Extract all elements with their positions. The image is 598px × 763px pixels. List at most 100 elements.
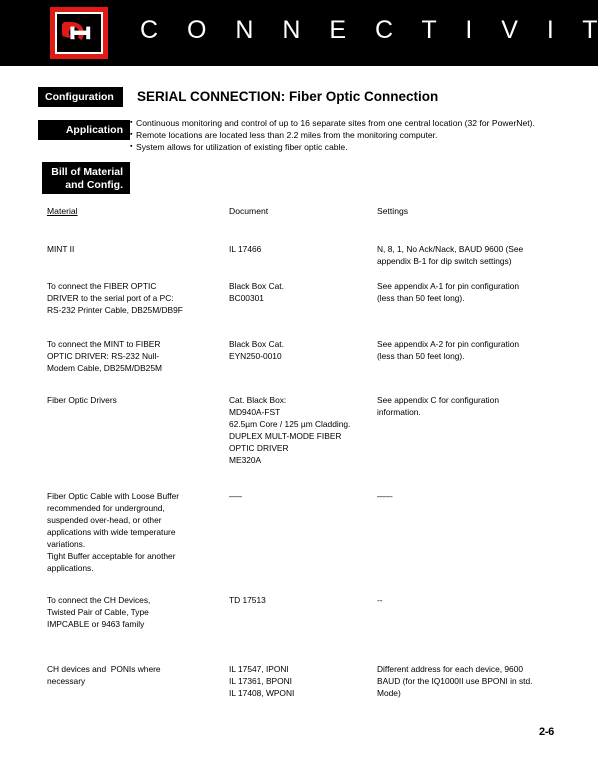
- cell-line: BC00301: [229, 293, 264, 303]
- cell-line: MD940A-FST: [229, 407, 281, 417]
- materials-table: Material Document Settings MINT II IL 17…: [47, 205, 577, 699]
- table-row: To connect the CH Devices, Twisted Pair o…: [47, 594, 577, 630]
- cell-settings: --: [377, 594, 577, 630]
- page-title: SERIAL CONNECTION: Fiber Optic Connectio…: [137, 89, 439, 104]
- tab-application[interactable]: Application: [38, 120, 130, 140]
- cell-material: To connect the MINT to FIBER OPTIC DRIVER…: [47, 338, 229, 374]
- cell-line: IL 17361, BPONI: [229, 676, 293, 686]
- cell-line: necessary: [47, 676, 86, 686]
- cell-line: —–-: [377, 491, 393, 501]
- cell-material: To connect the CH Devices, Twisted Pair o…: [47, 594, 229, 630]
- cell-settings: Different address for each device, 9600 B…: [377, 663, 577, 699]
- cell-line: DUPLEX MULT-MODE FIBER: [229, 431, 342, 441]
- company-logo: [50, 7, 108, 59]
- cell-line: Cat. Black Box:: [229, 395, 287, 405]
- cell-line: See appendix A-2 for pin configuration: [377, 339, 520, 349]
- header-title: C O N N E C T I V I T Y: [140, 16, 598, 44]
- cell-line: Tight Buffer acceptable for another: [47, 551, 176, 561]
- cell-line: CH devices and PONIs where: [47, 664, 161, 674]
- cell-line: variations.: [47, 539, 86, 549]
- cell-line: recommended for underground,: [47, 503, 165, 513]
- cell-material: MINT II: [47, 243, 229, 267]
- cell-line: TD 17513: [229, 595, 266, 605]
- cell-line: DRIVER to the serial port of a PC:: [47, 293, 174, 303]
- table-header-row: Material Document Settings: [47, 205, 577, 217]
- cell-line: 62.5µm Core / 125 µm Cladding.: [229, 419, 351, 429]
- cell-line: To connect the CH Devices,: [47, 595, 151, 605]
- column-header-settings: Settings: [377, 206, 409, 216]
- cell-document: TD 17513: [229, 594, 377, 630]
- tab-bill-of-material-label-line1: Bill of Material: [51, 166, 123, 178]
- cell-material: To connect the FIBER OPTIC DRIVER to the …: [47, 280, 229, 316]
- column-header-material: Material: [47, 206, 78, 216]
- tab-configuration-label: Configuration: [45, 91, 114, 103]
- bullet-item: Continuous monitoring and control of up …: [130, 117, 575, 129]
- cell-document: IL 17466: [229, 243, 377, 267]
- document-page: C O N N E C T I V I T Y Configuration Ap…: [0, 0, 598, 763]
- cell-settings: See appendix A-1 for pin configuration (l…: [377, 280, 577, 316]
- table-row: CH devices and PONIs where necessary IL 1…: [47, 663, 577, 699]
- cell-line: applications with wide temperature: [47, 527, 176, 537]
- cell-line: Twisted Pair of Cable, Type: [47, 607, 149, 617]
- cell-line: RS-232 Printer Cable, DB25M/DB9F: [47, 305, 183, 315]
- cell-line: IL 17547, IPONI: [229, 664, 289, 674]
- cell-settings: —–-: [377, 490, 577, 574]
- cell-settings: See appendix C for configuration informat…: [377, 394, 577, 466]
- cell-document: IL 17547, IPONI IL 17361, BPONI IL 17408, …: [229, 663, 377, 699]
- cell-material: CH devices and PONIs where necessary: [47, 663, 229, 699]
- logo-ch-mark: [62, 22, 91, 44]
- table-row: Fiber Optic Cable with Loose Buffer recom…: [47, 490, 577, 574]
- bullet-item: Remote locations are located less than 2…: [130, 129, 575, 141]
- cell-line: ME320A: [229, 455, 262, 465]
- cell-line: IL 17466: [229, 244, 262, 254]
- bullet-item: System allows for utilization of existin…: [130, 141, 575, 153]
- cell-line: (less than 50 feet long).: [377, 351, 465, 361]
- cell-document: —–: [229, 490, 377, 574]
- cell-line: EYN250-0010: [229, 351, 282, 361]
- tab-bill-of-material[interactable]: Bill of Material and Config.: [42, 162, 130, 194]
- cell-line: appendix B-1 for dip switch settings): [377, 256, 512, 266]
- cell-line: OPTIC DRIVER: RS-232 Null-: [47, 351, 160, 361]
- cell-line: To connect the MINT to FIBER: [47, 339, 161, 349]
- cell-line: See appendix A-1 for pin configuration: [377, 281, 520, 291]
- cell-line: N, 8, 1, No Ack/Nack, BAUD 9600 (See: [377, 244, 524, 254]
- cell-line: MINT II: [47, 244, 75, 254]
- cell-line: Different address for each device, 9600: [377, 664, 524, 674]
- cell-line: Black Box Cat.: [229, 281, 284, 291]
- cell-line: information.: [377, 407, 421, 417]
- tab-bill-of-material-label-line2: and Config.: [65, 178, 123, 191]
- cell-line: applications.: [47, 563, 94, 573]
- header-band: C O N N E C T I V I T Y: [0, 0, 598, 66]
- cell-document: Cat. Black Box: MD940A-FST 62.5µm Core / 1…: [229, 394, 377, 466]
- cell-line: Modem Cable, DB25M/DB25M: [47, 363, 162, 373]
- page-number: 2-6: [539, 726, 554, 738]
- cell-line: Fiber Optic Drivers: [47, 395, 117, 405]
- cell-line: See appendix C for configuration: [377, 395, 499, 405]
- cell-line: Black Box Cat.: [229, 339, 284, 349]
- cell-document: Black Box Cat. BC00301: [229, 280, 377, 316]
- cell-line: —–: [229, 491, 243, 501]
- cell-line: --: [377, 595, 383, 605]
- cell-line: IMPCABLE or 9463 family: [47, 619, 145, 629]
- table-row: Fiber Optic Drivers Cat. Black Box: MD940…: [47, 394, 577, 466]
- logo-inner-frame: [55, 12, 103, 54]
- cell-line: suspended over-head, or other: [47, 515, 162, 525]
- cell-line: BAUD (for the IQ1000II use BPONI in std.: [377, 676, 533, 686]
- cell-line: OPTIC DRIVER: [229, 443, 289, 453]
- table-row: To connect the FIBER OPTIC DRIVER to the …: [47, 280, 577, 316]
- cell-settings: See appendix A-2 for pin configuration (l…: [377, 338, 577, 374]
- cell-line: Fiber Optic Cable with Loose Buffer: [47, 491, 180, 501]
- cell-line: Mode): [377, 688, 401, 698]
- cell-line: To connect the FIBER OPTIC: [47, 281, 157, 291]
- cell-material: Fiber Optic Cable with Loose Buffer recom…: [47, 490, 229, 574]
- tab-application-label: Application: [65, 124, 123, 136]
- cell-document: Black Box Cat. EYN250-0010: [229, 338, 377, 374]
- table-row: MINT II IL 17466 N, 8, 1, No Ack/Nack, B…: [47, 243, 577, 267]
- tab-configuration[interactable]: Configuration: [38, 87, 123, 107]
- cell-material: Fiber Optic Drivers: [47, 394, 229, 466]
- cell-line: (less than 50 feet long).: [377, 293, 465, 303]
- table-row: To connect the MINT to FIBER OPTIC DRIVER…: [47, 338, 577, 374]
- bullet-list: Continuous monitoring and control of up …: [130, 117, 575, 153]
- cell-settings: N, 8, 1, No Ack/Nack, BAUD 9600 (See appe…: [377, 243, 577, 267]
- column-header-document: Document: [229, 206, 269, 216]
